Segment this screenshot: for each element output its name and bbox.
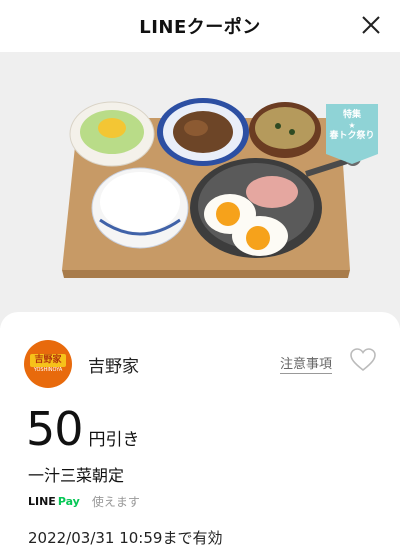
store-row: 吉野家 YOSHINOYA 吉野家 注意事項 [24, 340, 376, 390]
campaign-badge-name: 春トク祭り [329, 131, 375, 142]
payment-status: 使えます [91, 495, 140, 509]
line-pay-logo: LINE Pay [28, 495, 80, 508]
store-logo: 吉野家 YOSHINOYA [24, 340, 72, 388]
campaign-badge-label: 特集 [342, 110, 361, 120]
meal-photo [62, 98, 361, 278]
payment-row: LINE Pay 使えます [28, 493, 140, 510]
campaign-badge[interactable]: 特集 ★ 春トク祭り [326, 104, 378, 164]
heart-icon[interactable] [350, 348, 376, 372]
expiry-date: 2022/03/31 10:59まで有効 [28, 529, 223, 547]
product-name: 一汁三菜朝定 [28, 466, 125, 485]
close-icon[interactable] [358, 12, 384, 38]
coupon-card: 吉野家 YOSHINOYA 吉野家 注意事項 50 円引き 一汁三菜朝定 LINE… [0, 312, 400, 552]
app-title: LINEクーポン [139, 17, 261, 38]
discount-value: 50 [26, 402, 84, 456]
app-header: LINEクーポン [0, 0, 400, 52]
star-icon: ★ [348, 121, 356, 131]
discount: 50 円引き [26, 406, 140, 452]
store-name: 吉野家 [88, 357, 139, 377]
discount-unit: 円引き [88, 430, 140, 450]
notes-link[interactable]: 注意事項 [280, 353, 333, 374]
coupon-hero-image: 特集 ★ 春トク祭り [0, 52, 400, 328]
